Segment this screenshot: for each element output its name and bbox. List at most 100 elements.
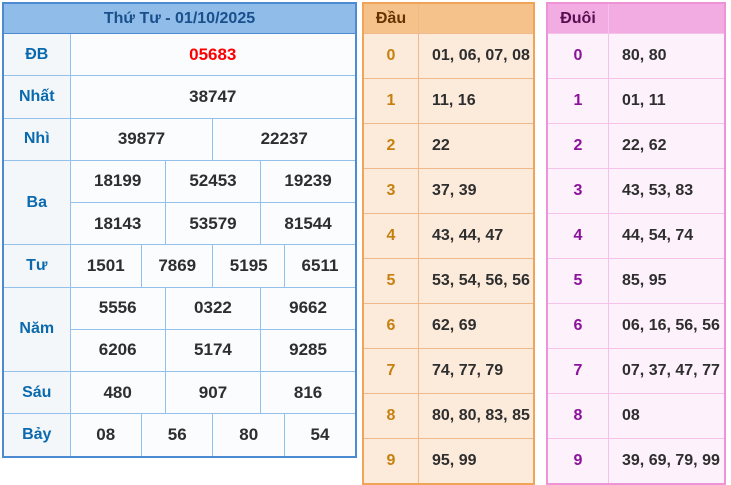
duoi-digit: 9	[547, 439, 609, 485]
table-row: 774, 77, 79	[363, 349, 534, 394]
prize-value: 81544	[261, 203, 356, 245]
dau-header-empty-cell	[419, 3, 535, 34]
dau-digit: 5	[363, 259, 419, 304]
dau-header-cell: Đầu	[363, 3, 419, 34]
table-row: 080, 80	[547, 34, 725, 79]
duoi-digit: 2	[547, 124, 609, 169]
prize-label-nhat: Nhất	[3, 76, 70, 118]
prize-value: 52453	[165, 160, 260, 202]
duoi-numbers: 43, 53, 83	[609, 169, 726, 214]
table-row: ĐB 05683	[3, 34, 356, 76]
prize-value: 5174	[165, 329, 260, 371]
prize-value: 19239	[261, 160, 356, 202]
dau-header-row: Đầu	[363, 3, 534, 34]
table-row: 606, 16, 56, 56	[547, 304, 725, 349]
table-row: Nhì 39877 22237	[3, 118, 356, 160]
table-row: Nhất 38747	[3, 76, 356, 118]
prize-value: 0322	[165, 287, 260, 329]
table-row: 222	[363, 124, 534, 169]
duoi-table: Đuôi 080, 80 101, 11 222, 62 343, 53, 83…	[546, 2, 726, 485]
duoi-digit: 0	[547, 34, 609, 79]
prize-value: 5556	[70, 287, 165, 329]
dau-digit: 2	[363, 124, 419, 169]
prize-value: 56	[141, 414, 212, 457]
duoi-digit: 6	[547, 304, 609, 349]
table-row: Năm 5556 0322 9662	[3, 287, 356, 329]
table-row: 443, 44, 47	[363, 214, 534, 259]
duoi-numbers: 22, 62	[609, 124, 726, 169]
dau-numbers: 37, 39	[419, 169, 535, 214]
dau-digit: 6	[363, 304, 419, 349]
table-row: Bảy 08 56 80 54	[3, 414, 356, 457]
duoi-numbers: 01, 11	[609, 79, 726, 124]
duoi-header-cell: Đuôi	[547, 3, 609, 34]
duoi-numbers: 44, 54, 74	[609, 214, 726, 259]
prize-label-sau: Sáu	[3, 372, 70, 414]
dau-digit: 4	[363, 214, 419, 259]
dau-numbers: 53, 54, 56, 56	[419, 259, 535, 304]
table-row: 444, 54, 74	[547, 214, 725, 259]
duoi-numbers: 06, 16, 56, 56	[609, 304, 726, 349]
duoi-numbers: 07, 37, 47, 77	[609, 349, 726, 394]
table-row: 995, 99	[363, 439, 534, 485]
table-row: 343, 53, 83	[547, 169, 725, 214]
dau-digit: 7	[363, 349, 419, 394]
prize-value: 08	[70, 414, 141, 457]
prize-value: 53579	[165, 203, 260, 245]
dau-digit: 9	[363, 439, 419, 485]
prize-value: 18199	[70, 160, 165, 202]
dau-digit: 1	[363, 79, 419, 124]
table-row: 880, 80, 83, 85	[363, 394, 534, 439]
dau-numbers: 74, 77, 79	[419, 349, 535, 394]
prize-value: 480	[70, 372, 165, 414]
dau-numbers: 01, 06, 07, 08	[419, 34, 535, 79]
special-prize-value: 05683	[70, 34, 356, 76]
table-row: 939, 69, 79, 99	[547, 439, 725, 485]
table-row: 101, 11	[547, 79, 725, 124]
table-row: 222, 62	[547, 124, 725, 169]
prize-value: 22237	[213, 118, 356, 160]
prize-value: 9285	[261, 329, 356, 371]
prize-label-bay: Bảy	[3, 414, 70, 457]
results-title-row: Thứ Tư - 01/10/2025	[3, 3, 356, 34]
duoi-digit: 1	[547, 79, 609, 124]
dau-numbers: 95, 99	[419, 439, 535, 485]
prize-label-ba: Ba	[3, 160, 70, 245]
prize-value: 54	[284, 414, 356, 457]
prize-label-db: ĐB	[3, 34, 70, 76]
prize-value: 907	[165, 372, 260, 414]
dau-digit: 3	[363, 169, 419, 214]
prize-value: 6206	[70, 329, 165, 371]
duoi-numbers: 39, 69, 79, 99	[609, 439, 726, 485]
prize-label-nam: Năm	[3, 287, 70, 372]
prize-value: 80	[213, 414, 284, 457]
prize-value: 5195	[213, 245, 284, 287]
duoi-header-empty-cell	[609, 3, 726, 34]
duoi-digit: 8	[547, 394, 609, 439]
table-row: 585, 95	[547, 259, 725, 304]
prize-value: 7869	[141, 245, 212, 287]
prize-value: 38747	[70, 76, 356, 118]
dau-digit: 0	[363, 34, 419, 79]
dau-numbers: 43, 44, 47	[419, 214, 535, 259]
table-row: Sáu 480 907 816	[3, 372, 356, 414]
prize-label-tu: Tư	[3, 245, 70, 287]
lottery-results-page: Thứ Tư - 01/10/2025 ĐB 05683 Nhất 38747 …	[0, 0, 731, 460]
table-row: 808	[547, 394, 725, 439]
table-row: 111, 16	[363, 79, 534, 124]
results-date-title: Thứ Tư - 01/10/2025	[3, 3, 356, 34]
duoi-digit: 4	[547, 214, 609, 259]
duoi-numbers: 08	[609, 394, 726, 439]
table-row: 001, 06, 07, 08	[363, 34, 534, 79]
dau-numbers: 22	[419, 124, 535, 169]
duoi-digit: 7	[547, 349, 609, 394]
duoi-digit: 3	[547, 169, 609, 214]
prize-value: 9662	[261, 287, 356, 329]
table-row: 707, 37, 47, 77	[547, 349, 725, 394]
prize-value: 18143	[70, 203, 165, 245]
dau-table: Đầu 001, 06, 07, 08 111, 16 222 337, 39 …	[362, 2, 535, 485]
table-row: 662, 69	[363, 304, 534, 349]
prize-label-nhi: Nhì	[3, 118, 70, 160]
table-row: 553, 54, 56, 56	[363, 259, 534, 304]
duoi-numbers: 85, 95	[609, 259, 726, 304]
